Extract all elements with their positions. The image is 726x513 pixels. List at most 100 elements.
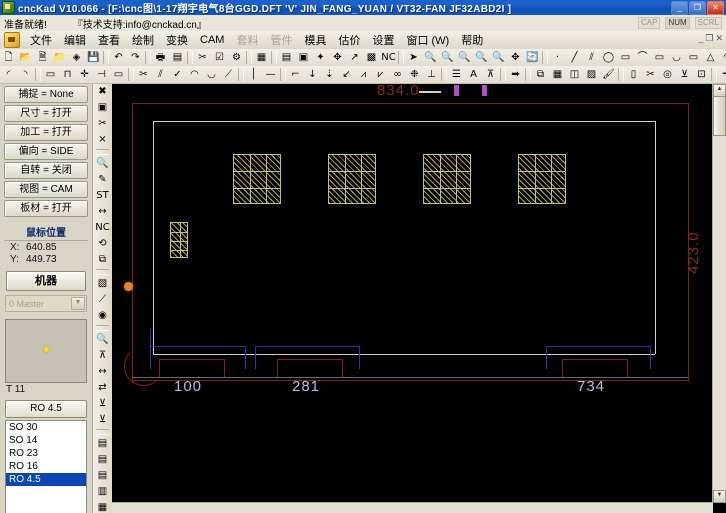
paint-icon[interactable]: 🖌 [600, 67, 617, 82]
chamfer-icon[interactable]: ◡ [203, 67, 220, 82]
select-icon[interactable]: ◈ [68, 50, 85, 65]
cad-canvas-area[interactable]: 834.0 423.0 100 281 734 ▲ ▼ [112, 84, 726, 513]
print-icon[interactable]: 🖶 [152, 50, 169, 65]
menu-edit[interactable]: 编辑 [58, 30, 92, 50]
text-box-icon[interactable]: ▭ [110, 67, 127, 82]
parallel-line-icon[interactable]: ⫽ [583, 50, 600, 65]
cam-delete-icon[interactable]: ✖ [94, 84, 111, 100]
trim-icon[interactable]: ✂ [135, 67, 152, 82]
zoom-window-icon[interactable]: 🔍 [422, 50, 439, 65]
triangle-icon[interactable]: △ [702, 50, 719, 65]
master-select-dropdown[interactable]: 0 Master ▼ [5, 295, 87, 312]
offset-side-button[interactable]: 偏向 = SIDE [4, 143, 88, 160]
measure-icon[interactable]: ↗ [346, 50, 363, 65]
pan-icon[interactable]: ✥ [507, 50, 524, 65]
vertical-dim-icon[interactable]: │ [245, 67, 262, 82]
simulate-icon[interactable]: ➤ [405, 50, 422, 65]
chevron-down-icon[interactable]: ▼ [71, 297, 85, 310]
copy-nc-icon[interactable]: ⧉ [94, 252, 111, 268]
menu-draw[interactable]: 绘制 [126, 30, 160, 50]
cam-area-icon[interactable]: ▣ [94, 100, 111, 116]
canvas-vertical-scrollbar[interactable]: ▲ ▼ [712, 84, 726, 503]
restore-button[interactable]: ❐ [689, 1, 706, 15]
open-part-icon[interactable]: 📁 [51, 50, 68, 65]
save-icon[interactable]: 💾 [85, 50, 102, 65]
mdi-restore-button[interactable]: ❐ [705, 33, 713, 44]
datum-icon[interactable]: ⊥ [423, 67, 440, 82]
machining-toggle-button[interactable]: 加工 = 打开 [4, 124, 88, 141]
menu-settings[interactable]: 设置 [366, 30, 400, 50]
stack-icon[interactable]: ◎ [659, 67, 676, 82]
rotate-view-icon[interactable]: ◉ [94, 308, 111, 324]
open-file-icon[interactable]: 📂 [17, 50, 34, 65]
report-icon[interactable]: ▤ [94, 436, 111, 452]
arch-shape-icon[interactable]: ◠ [719, 50, 726, 65]
redo-icon[interactable]: ↷ [127, 50, 144, 65]
text-icon[interactable]: A [465, 67, 482, 82]
punch-table-icon[interactable]: ▦ [253, 50, 270, 65]
cam-clear-icon[interactable]: ⨯ [94, 132, 111, 148]
distance-icon[interactable]: ↔ [94, 204, 111, 220]
align-center-icon[interactable]: ⊻ [94, 396, 111, 412]
checklist-icon[interactable]: ☑ [211, 50, 228, 65]
punch-cluster[interactable] [423, 154, 471, 204]
menu-cam[interactable]: CAM [194, 32, 230, 48]
copy-part-icon[interactable]: ⧉ [532, 67, 549, 82]
view-mode-button[interactable]: 视图 = CAM [4, 181, 88, 198]
minimize-button[interactable]: _ [671, 1, 688, 15]
new-file-icon[interactable]: 🗋 [0, 50, 17, 65]
punch-cluster[interactable] [518, 154, 566, 204]
ordinate-dim-icon[interactable]: ❉ [406, 67, 423, 82]
frame-icon[interactable]: ⊡ [693, 67, 710, 82]
tool-order-icon[interactable]: ✥ [329, 50, 346, 65]
arrow-tag-icon[interactable]: ➡ [507, 67, 524, 82]
menu-file[interactable]: 文件 [24, 30, 58, 50]
import-dxf-icon[interactable]: 🗎 [34, 50, 51, 65]
dimension-toggle-button[interactable]: 尺寸 = 打开 [4, 105, 88, 122]
between-icon[interactable]: ↔ [94, 364, 111, 380]
continue-dim-icon[interactable]: ⩗ [372, 67, 389, 82]
notch-icon[interactable]: ⊓ [59, 67, 76, 82]
micro-joint-icon[interactable]: ⟋ [94, 292, 111, 308]
mdi-minimize-button[interactable]: _ [698, 33, 703, 44]
diameter-dim-icon[interactable]: ⇣ [321, 67, 338, 82]
redraw-icon[interactable]: 🔄 [524, 50, 541, 65]
tool-list-item[interactable]: SO 14 [6, 434, 86, 447]
move-icon[interactable]: ✛ [718, 67, 726, 82]
rectangle-icon[interactable]: ▭ [617, 50, 634, 65]
stamp-icon[interactable]: ⚙ [228, 50, 245, 65]
radius-dim-icon[interactable]: ↓ [304, 67, 321, 82]
break-icon[interactable]: ✓ [169, 67, 186, 82]
canvas-horizontal-scrollbar[interactable] [112, 502, 713, 513]
zoom-all-icon[interactable]: 🔍 [473, 50, 490, 65]
edit-entity-icon[interactable]: ✎ [94, 172, 111, 188]
hatch-icon[interactable]: ▨ [583, 67, 600, 82]
text-align-icon[interactable]: ⊼ [482, 67, 499, 82]
d-shape-icon[interactable]: ◡ [668, 50, 685, 65]
angle-dim-icon[interactable]: ⌐ [287, 67, 304, 82]
menu-transform[interactable]: 变换 [160, 30, 194, 50]
undo-icon[interactable]: ↶ [110, 50, 127, 65]
cut-tool-icon[interactable]: ✂ [194, 50, 211, 65]
tool-list-item[interactable]: RO 23 [6, 447, 86, 460]
align-bottom-icon[interactable]: ⊻ [676, 67, 693, 82]
machine-button[interactable]: 机器 [6, 271, 86, 291]
zoom-previous-icon[interactable]: 🔍 [490, 50, 507, 65]
nest-report-icon[interactable]: ▦ [94, 500, 111, 513]
cad-drawing[interactable]: 834.0 423.0 100 281 734 [112, 84, 713, 503]
mirror-part-icon[interactable]: ◫ [566, 67, 583, 82]
horizontal-dim-icon[interactable]: — [262, 67, 279, 82]
layers-icon[interactable]: ☰ [448, 67, 465, 82]
extend-icon[interactable]: ⫽ [152, 67, 169, 82]
circle-icon[interactable]: ◯ [600, 50, 617, 65]
close-button[interactable]: ✕ [707, 1, 724, 15]
slot-icon[interactable]: ⊣ [93, 67, 110, 82]
print-preview-icon[interactable]: ▤ [169, 50, 186, 65]
rounded-rect-icon[interactable]: ▭ [651, 50, 668, 65]
array-icon[interactable]: ▦ [549, 67, 566, 82]
arc-icon[interactable]: ⌒ [634, 50, 651, 65]
menu-help[interactable]: 帮助 [455, 30, 489, 50]
sort-tools-icon[interactable]: ⇄ [94, 380, 111, 396]
tool-list-item[interactable]: RO 16 [6, 460, 86, 473]
start-point-icon[interactable]: ST [94, 188, 111, 204]
